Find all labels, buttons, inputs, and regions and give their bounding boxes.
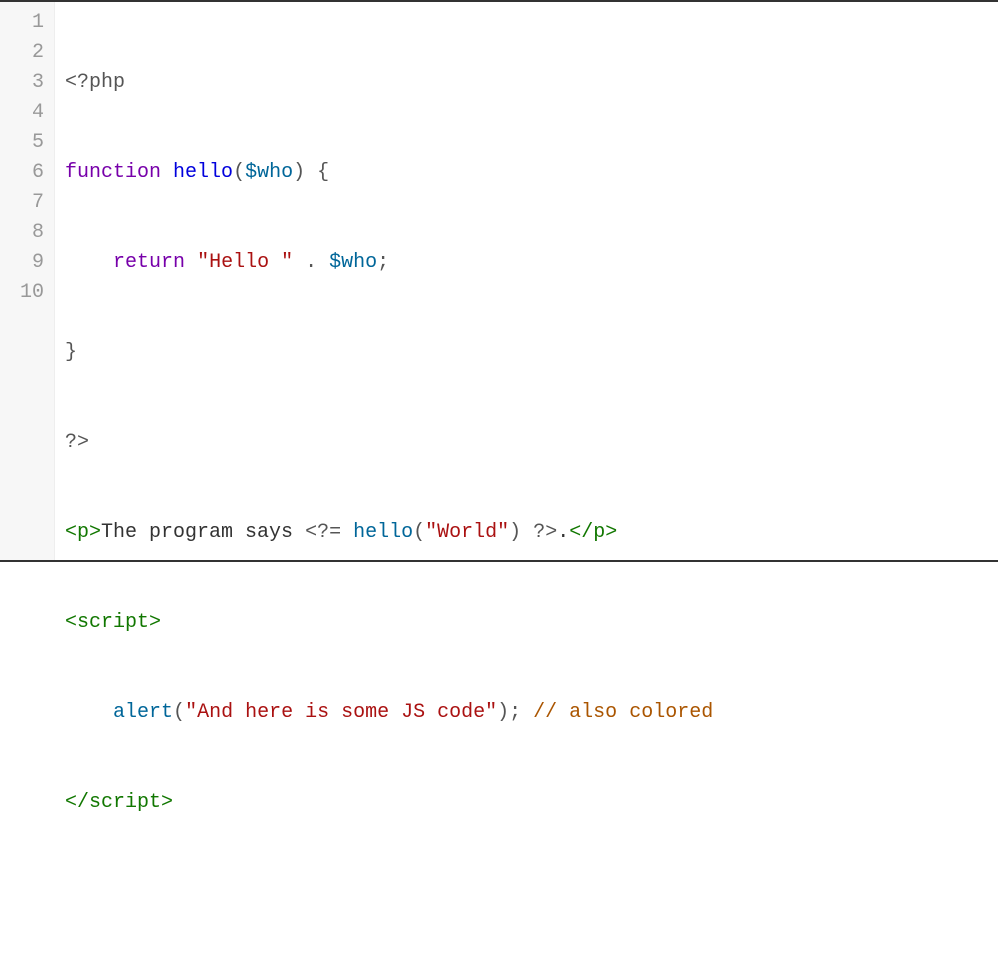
semicolon: ; [377, 251, 389, 274]
brace: { [305, 161, 329, 184]
code-editor[interactable]: 1 2 3 4 5 6 7 8 9 10 <?php function hell… [0, 0, 998, 562]
paren: ( [413, 521, 425, 544]
string-literal: "And here is some JS code" [185, 701, 497, 724]
php-short-open: <?= [305, 521, 341, 544]
html-tag-script: <script> [65, 611, 161, 634]
operator-concat: . [305, 251, 317, 274]
php-close-tag: ?> [65, 431, 89, 454]
line-number: 5 [20, 128, 44, 158]
string-literal: "World" [425, 521, 509, 544]
code-line [65, 878, 988, 908]
function-name: hello [173, 161, 233, 184]
line-number-gutter: 1 2 3 4 5 6 7 8 9 10 [0, 2, 55, 560]
paren: ( [173, 701, 185, 724]
line-number: 10 [20, 278, 44, 308]
brace: } [65, 341, 77, 364]
indent [65, 701, 113, 724]
space [293, 251, 305, 274]
indent [65, 251, 113, 274]
line-number: 4 [20, 98, 44, 128]
code-line: <?php [65, 68, 988, 98]
line-number: 7 [20, 188, 44, 218]
space [341, 521, 353, 544]
html-tag: <p> [65, 521, 101, 544]
php-close-tag: ?> [533, 521, 557, 544]
line-number: 1 [20, 8, 44, 38]
paren: ) [497, 701, 509, 724]
space [521, 521, 533, 544]
line-number: 2 [20, 38, 44, 68]
line-number: 6 [20, 158, 44, 188]
space [521, 701, 533, 724]
function-call: hello [353, 521, 413, 544]
keyword-return: return [113, 251, 185, 274]
semicolon: ; [509, 701, 521, 724]
html-tag-script: </script> [65, 791, 173, 814]
code-line: <script> [65, 608, 988, 638]
string-literal: "Hello " [197, 251, 293, 274]
code-line: return "Hello " . $who; [65, 248, 988, 278]
code-line: alert("And here is some JS code"); // al… [65, 698, 988, 728]
text-content: The program says [101, 521, 305, 544]
code-line: ?> [65, 428, 988, 458]
comment: // also colored [533, 701, 713, 724]
function-call: alert [113, 701, 173, 724]
variable: $who [245, 161, 293, 184]
line-number: 9 [20, 248, 44, 278]
code-line: </script> [65, 788, 988, 818]
paren: ) [293, 161, 305, 184]
code-line: } [65, 338, 988, 368]
keyword-function: function [65, 161, 161, 184]
php-open-tag: <?php [65, 71, 125, 94]
line-number: 3 [20, 68, 44, 98]
text-content: . [557, 521, 569, 544]
html-tag: </p> [569, 521, 617, 544]
variable: $who [329, 251, 377, 274]
line-number: 8 [20, 218, 44, 248]
space [317, 251, 329, 274]
space [185, 251, 197, 274]
paren: ( [233, 161, 245, 184]
code-content[interactable]: <?php function hello($who) { return "Hel… [55, 2, 998, 560]
paren: ) [509, 521, 521, 544]
code-line: function hello($who) { [65, 158, 988, 188]
code-line: <p>The program says <?= hello("World") ?… [65, 518, 988, 548]
